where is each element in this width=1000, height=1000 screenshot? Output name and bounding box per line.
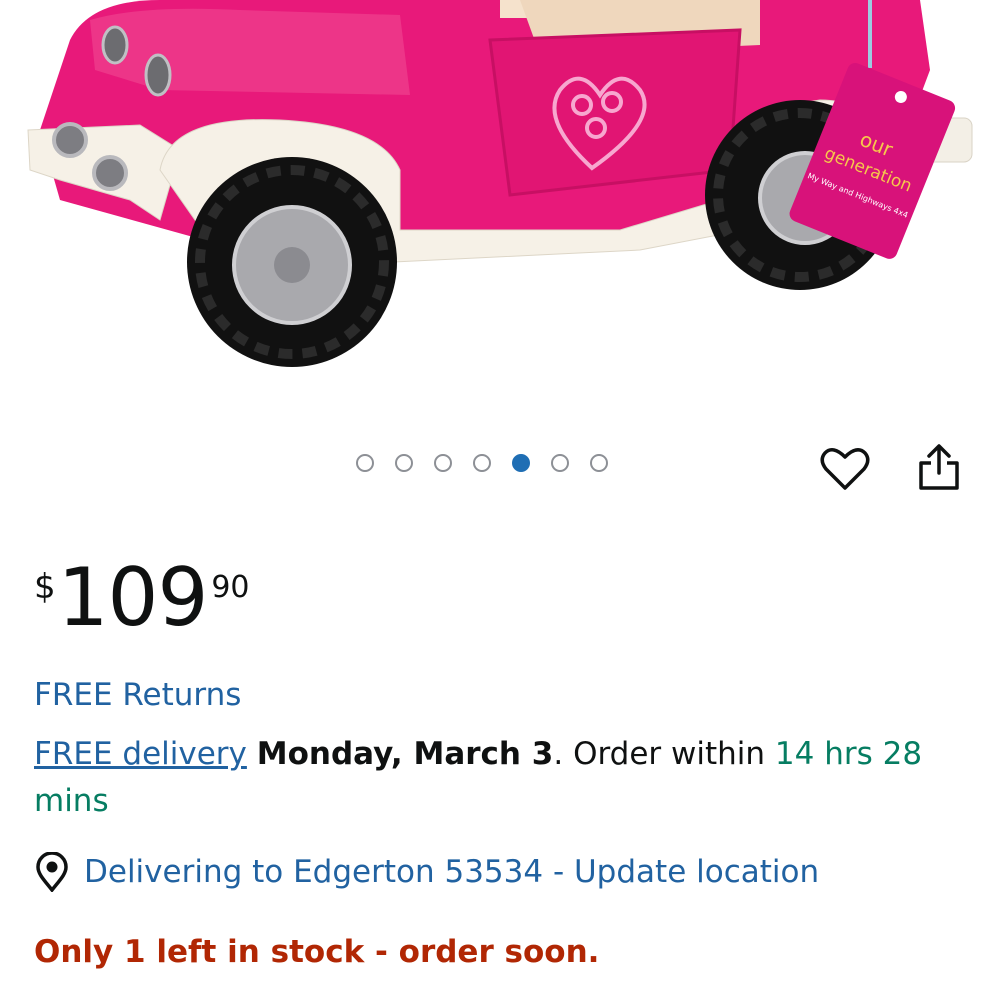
carousel-dot[interactable] bbox=[551, 454, 569, 472]
image-carousel-indicator[interactable] bbox=[356, 454, 608, 472]
free-delivery-link[interactable]: FREE delivery bbox=[34, 736, 247, 772]
favorite-button[interactable] bbox=[820, 446, 870, 492]
price-currency: $ bbox=[34, 567, 56, 607]
carousel-dot[interactable] bbox=[434, 454, 452, 472]
carousel-dot[interactable] bbox=[473, 454, 491, 472]
toy-jeep-illustration: our generation My Way and Highways 4x4 bbox=[27, 0, 973, 367]
delivery-date: Monday, March 3 bbox=[256, 736, 554, 772]
carousel-dot[interactable] bbox=[356, 454, 374, 472]
product-image[interactable]: our generation My Way and Highways 4x4 bbox=[0, 0, 1000, 420]
location-label: Delivering to Edgerton 53534 - Update lo… bbox=[84, 854, 820, 890]
free-returns-link[interactable]: FREE Returns bbox=[34, 677, 241, 713]
price-fraction: 90 bbox=[211, 570, 250, 605]
carousel-dot[interactable] bbox=[512, 454, 530, 472]
heart-icon bbox=[820, 448, 870, 490]
share-button[interactable] bbox=[917, 443, 961, 491]
location-pin-icon bbox=[36, 852, 68, 892]
delivery-info: FREE delivery Monday, March 3. Order wit… bbox=[34, 731, 964, 825]
carousel-dot[interactable] bbox=[590, 454, 608, 472]
delivery-order-within: . Order within bbox=[553, 736, 775, 772]
delivery-location[interactable]: Delivering to Edgerton 53534 - Update lo… bbox=[34, 852, 819, 892]
share-icon bbox=[919, 444, 959, 490]
price: $ 109 90 bbox=[34, 558, 250, 638]
stock-status: Only 1 left in stock - order soon. bbox=[34, 934, 600, 970]
price-whole: 109 bbox=[57, 551, 209, 644]
carousel-dot[interactable] bbox=[395, 454, 413, 472]
